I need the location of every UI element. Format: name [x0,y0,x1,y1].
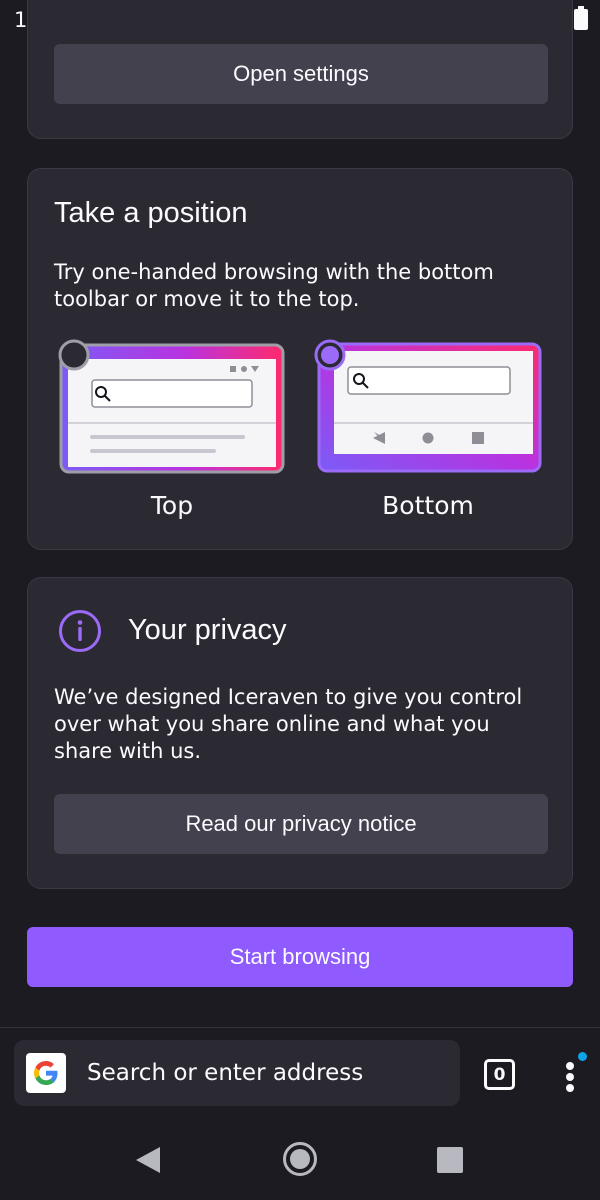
toolbar-top-option[interactable] [54,339,286,475]
toolbar-bottom-radio[interactable] [314,339,346,375]
url-placeholder[interactable]: Search or enter address [87,1060,363,1086]
tab-counter-button[interactable]: 0 [484,1059,515,1090]
menu-dot [566,1062,574,1070]
home-icon[interactable] [282,1141,318,1181]
toolbar-position-card: Take a position Try one-handed browsing … [27,168,573,550]
position-card-description: Try one-handed browsing with the bottom … [54,260,494,311]
menu-dot [566,1073,574,1081]
privacy-card-description: We’ve designed Iceraven to give you cont… [54,685,523,763]
back-icon[interactable] [134,1146,162,1178]
read-privacy-notice-button[interactable]: Read our privacy notice [54,794,548,854]
url-bar[interactable]: Search or enter address [14,1040,460,1106]
three-dot-menu-icon[interactable] [556,1052,587,1096]
privacy-card: Your privacy We’ve designed Iceraven to … [27,577,573,889]
browser-toolbar: Search or enter address 0 [0,1027,600,1119]
menu-dot [566,1084,574,1092]
toolbar-bottom-label: Bottom [382,491,474,520]
menu-notification-dot [578,1052,587,1061]
info-icon [58,609,102,657]
toolbar-bottom-option[interactable] [311,339,543,475]
settings-card: Open settings [27,0,573,139]
privacy-card-title: Your privacy [128,614,287,646]
google-icon[interactable] [26,1053,66,1093]
system-nav-bar [0,1120,600,1200]
toolbar-top-label: Top [150,491,194,520]
recents-icon[interactable] [437,1147,463,1177]
toolbar-top-radio[interactable] [58,339,90,375]
battery-icon [574,6,588,34]
position-card-title: Take a position [54,197,248,229]
open-settings-button[interactable]: Open settings [54,44,548,104]
start-browsing-button[interactable]: Start browsing [27,927,573,987]
